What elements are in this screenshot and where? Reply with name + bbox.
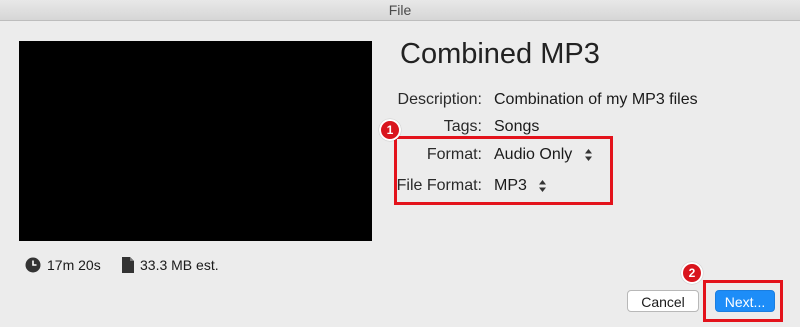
document-icon (122, 257, 134, 273)
size-stat: 33.3 MB est. (122, 256, 219, 274)
description-value[interactable]: Combination of my MP3 files (494, 91, 698, 109)
description-label: Description: (397, 91, 482, 108)
step-2-badge: 2 (681, 262, 703, 284)
size-text: 33.3 MB est. (140, 257, 219, 273)
format-highlight-box (394, 136, 613, 205)
step-1-badge: 1 (379, 119, 401, 141)
clock-icon (25, 257, 41, 273)
next-button[interactable]: Next... (715, 290, 775, 312)
tags-label: Tags: (443, 118, 482, 135)
duration-text: 17m 20s (47, 257, 101, 273)
tags-value[interactable]: Songs (494, 118, 539, 136)
duration-stat: 17m 20s (25, 256, 101, 274)
cancel-button[interactable]: Cancel (627, 290, 699, 312)
window-title: File (0, 0, 800, 21)
export-title: Combined MP3 (400, 38, 600, 70)
video-preview (19, 41, 372, 241)
